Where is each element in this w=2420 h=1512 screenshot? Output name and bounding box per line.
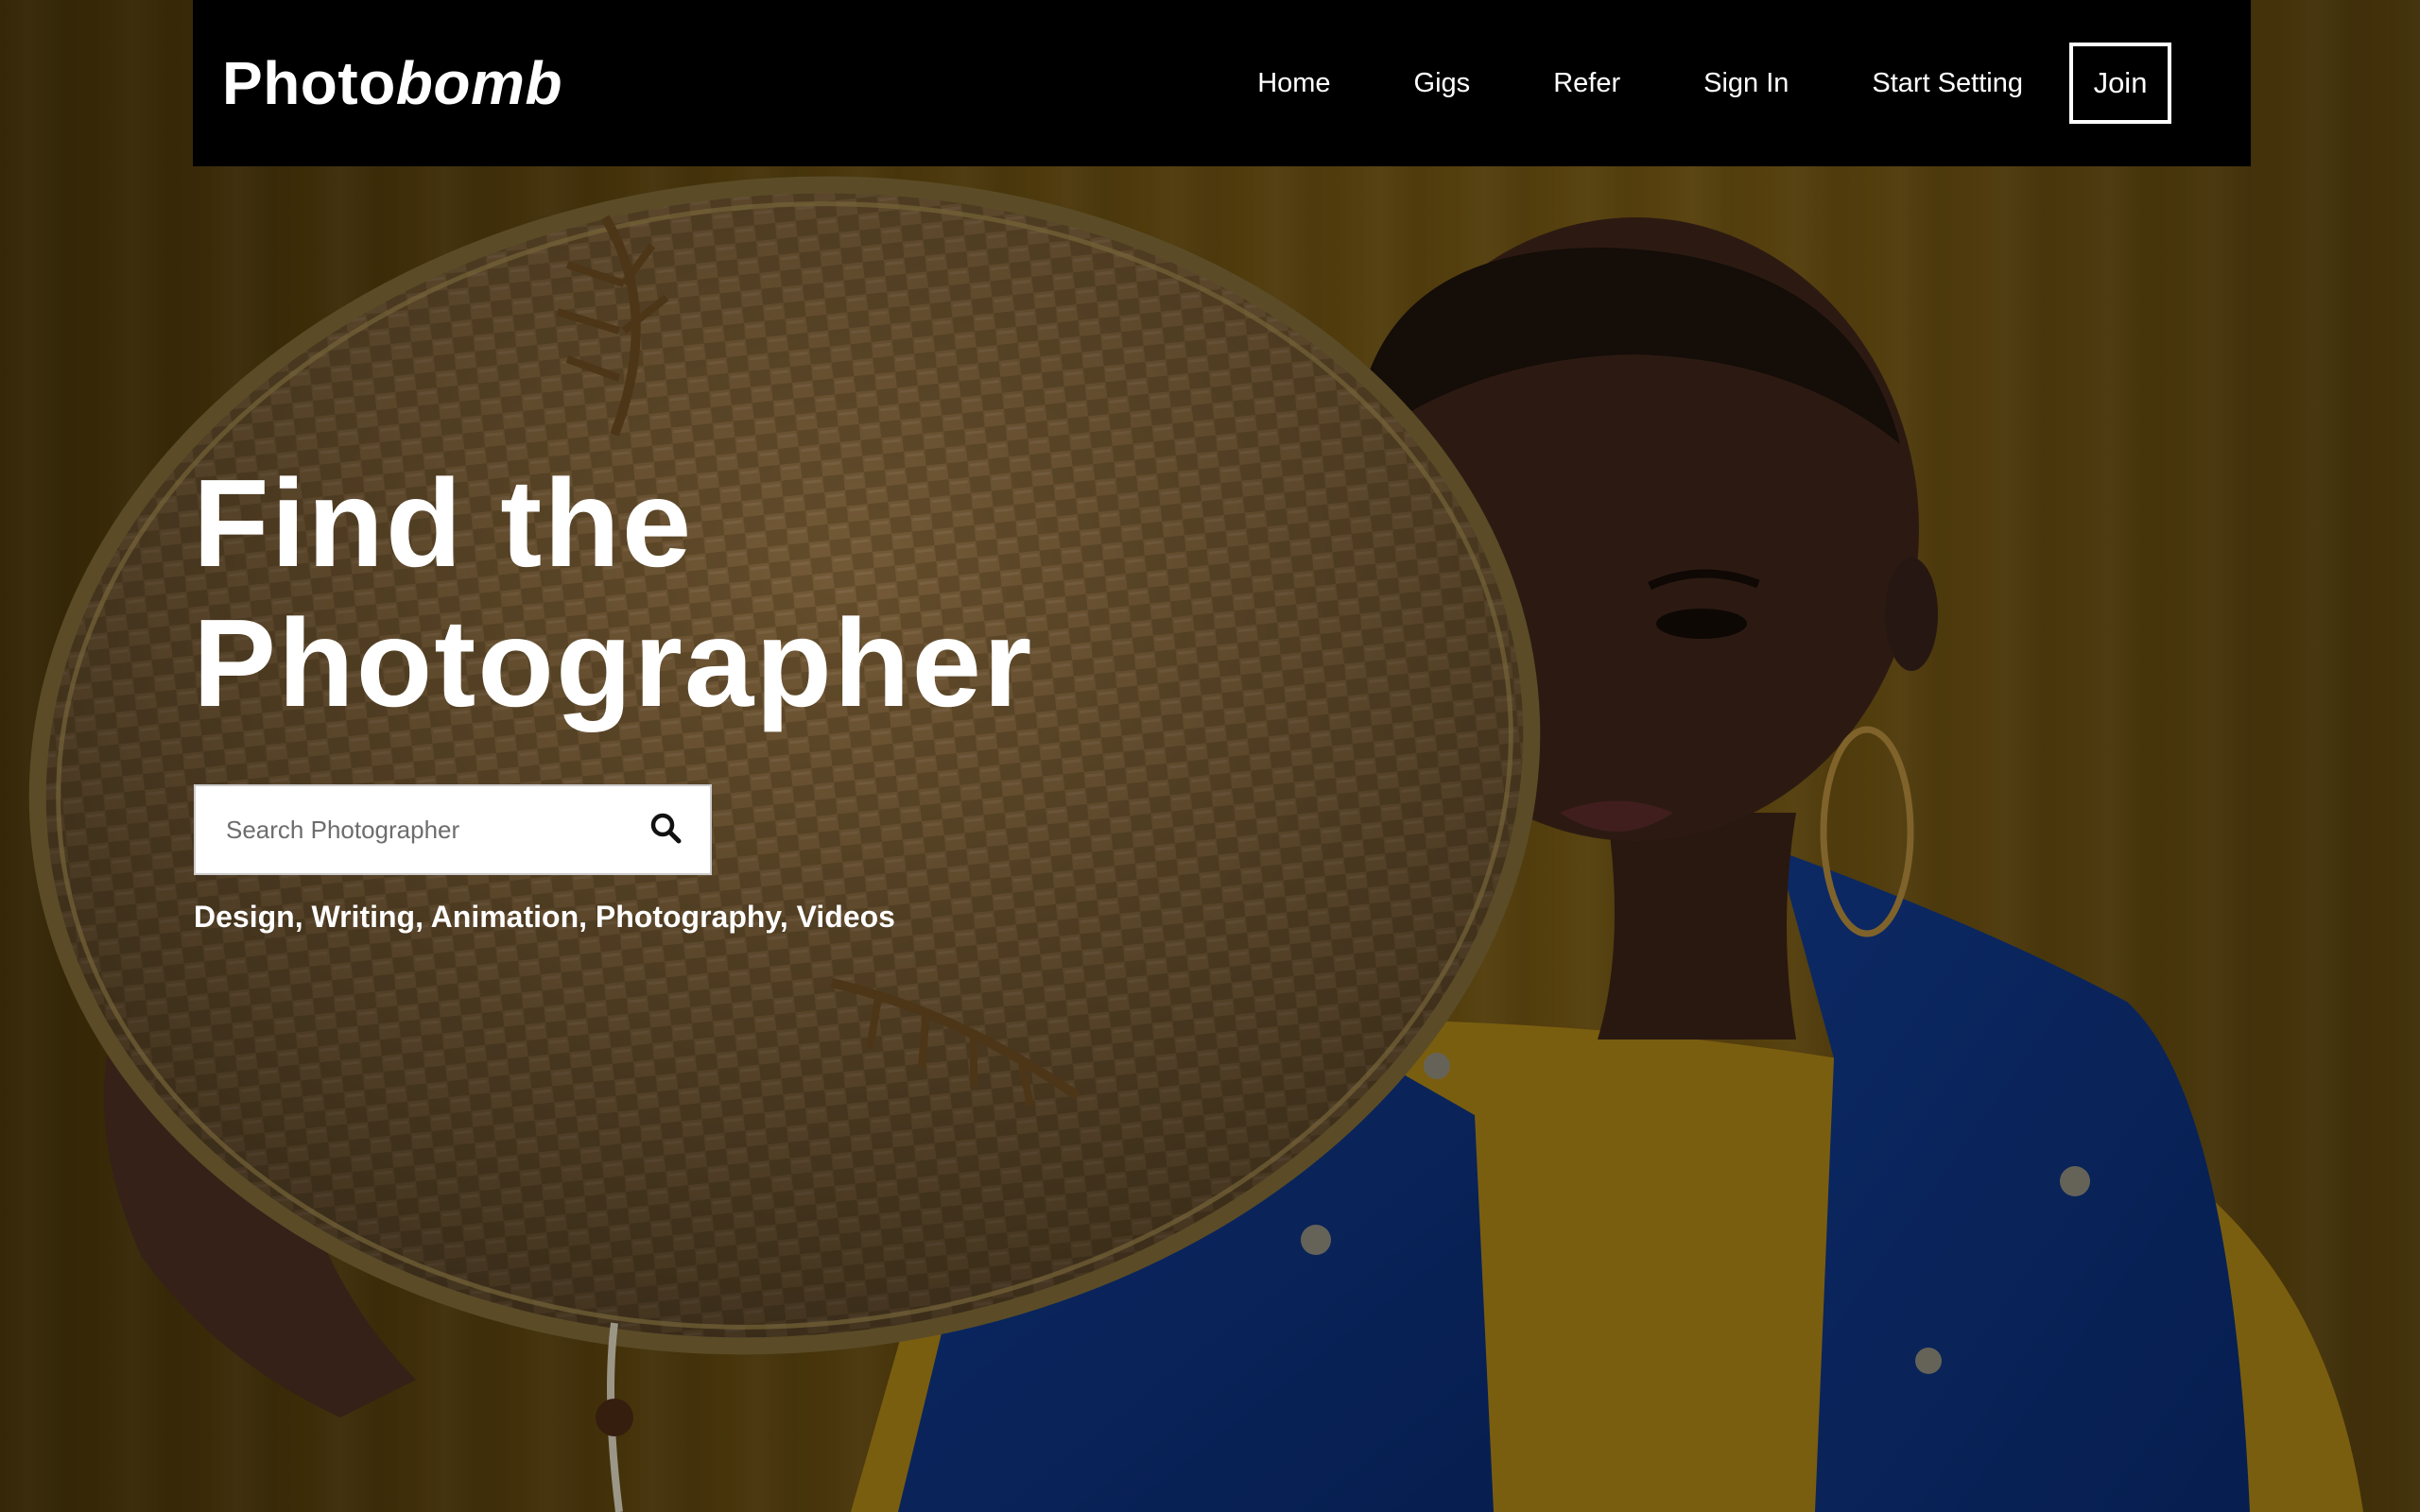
search-icon: [649, 812, 682, 849]
main-nav: Home Gigs Refer Sign In Start Setting Jo…: [1257, 0, 2251, 166]
nav-start-setting-link[interactable]: Start Setting: [1872, 68, 2023, 99]
join-button-label: Join: [2093, 66, 2148, 99]
nav-sign-in-link[interactable]: Sign In: [1703, 68, 1789, 99]
nav-refer-link[interactable]: Refer: [1553, 68, 1620, 99]
brand-logo-italic: bomb: [395, 49, 562, 117]
brand-logo[interactable]: Photobomb: [222, 49, 562, 117]
photographer-search-box: [194, 784, 712, 875]
nav-home-link[interactable]: Home: [1257, 68, 1330, 99]
brand-logo-regular: Photo: [222, 49, 396, 117]
hero-title-line2: Photographer: [193, 593, 1034, 732]
search-photographer-input[interactable]: [196, 786, 621, 873]
hero-title: Find the Photographer: [193, 454, 1327, 733]
category-list: Design, Writing, Animation, Photography,…: [194, 900, 895, 934]
hero-dim-overlay: [0, 0, 2420, 1512]
hero-background-image: [0, 0, 2420, 1512]
top-navbar: Photobomb Home Gigs Refer Sign In Start …: [193, 0, 2251, 166]
search-button[interactable]: [620, 786, 710, 873]
hero-title-line1: Find the: [193, 454, 694, 593]
nav-gigs-link[interactable]: Gigs: [1414, 68, 1471, 99]
join-button[interactable]: Join: [2069, 43, 2171, 124]
